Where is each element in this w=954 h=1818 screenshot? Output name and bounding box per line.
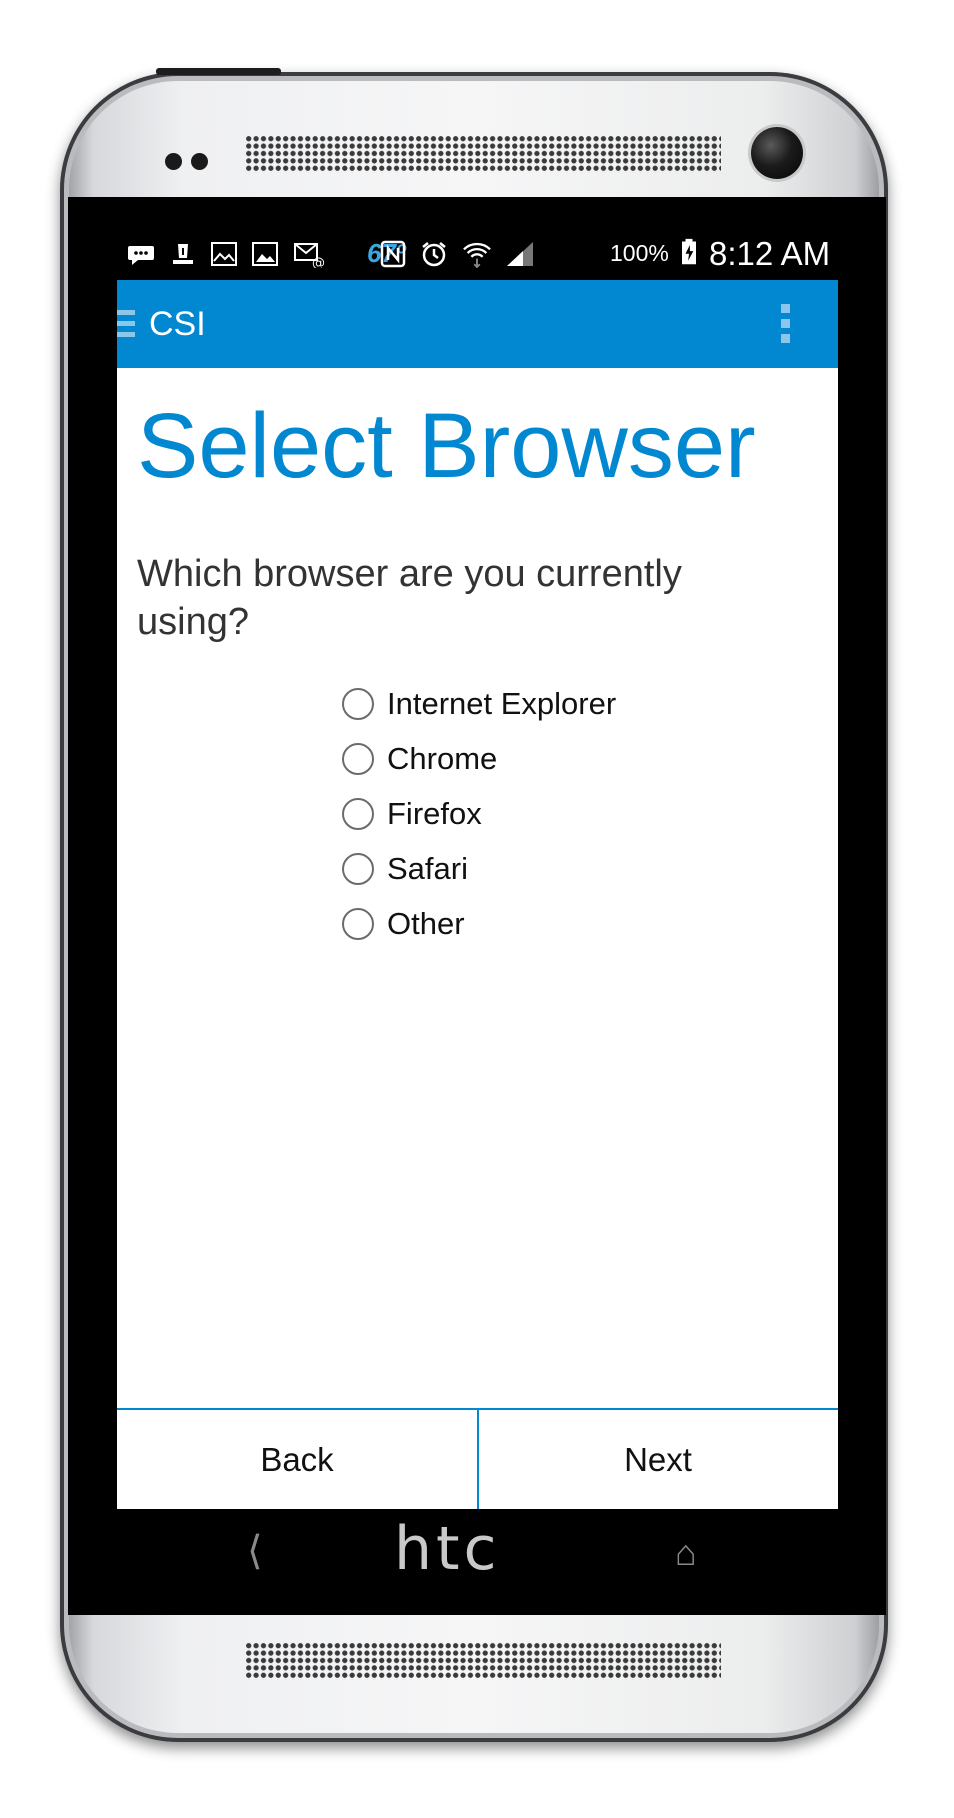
radio-button[interactable]: [342, 853, 374, 885]
sensor-dots: [165, 150, 225, 172]
option-label: Internet Explorer: [387, 686, 617, 721]
page-title: Select Browser: [137, 395, 756, 497]
hardware-nav-bar: ⟨ htc ⌂: [117, 1509, 838, 1599]
option-safari[interactable]: Safari: [342, 845, 702, 895]
next-button[interactable]: Next: [478, 1410, 838, 1509]
svg-text:@: @: [312, 256, 325, 268]
signal-icon: [507, 242, 533, 266]
option-label: Safari: [387, 851, 468, 886]
menu-icon[interactable]: [117, 310, 135, 340]
top-speaker-grille: [245, 135, 721, 173]
home-nav-icon[interactable]: ⌂: [675, 1523, 697, 1583]
radio-button[interactable]: [342, 688, 374, 720]
app-title: CSI: [149, 305, 206, 343]
power-key: [156, 68, 281, 75]
option-internet-explorer[interactable]: Internet Explorer: [342, 680, 702, 730]
brand-logo: htc: [394, 1514, 501, 1584]
alarm-icon: [422, 242, 446, 267]
bottom-speaker-grille: [245, 1642, 721, 1680]
back-nav-icon[interactable]: ⟨: [247, 1521, 263, 1581]
radio-button[interactable]: [342, 798, 374, 830]
wifi-icon: [463, 242, 491, 268]
app-screen: @ 67º 100% 8:12 AM CSI Select Browser Wh…: [117, 228, 838, 1509]
question-text: Which browser are you currently using?: [137, 553, 682, 643]
battery-charging-icon: [682, 238, 696, 265]
option-label: Firefox: [387, 796, 482, 831]
front-camera: [751, 127, 803, 179]
option-other[interactable]: Other: [342, 900, 702, 950]
back-button[interactable]: Back: [117, 1410, 477, 1509]
option-chrome[interactable]: Chrome: [342, 735, 702, 785]
option-firefox[interactable]: Firefox: [342, 790, 702, 840]
alert-icon: [173, 244, 193, 264]
option-label: Chrome: [387, 741, 498, 776]
overflow-menu-icon[interactable]: [777, 304, 793, 348]
option-label: Other: [387, 906, 465, 941]
gallery-icon: [211, 242, 237, 266]
status-bar: @ 67º 100% 8:12 AM: [117, 228, 838, 280]
radio-button[interactable]: [342, 743, 374, 775]
nfc-icon: [380, 240, 406, 268]
radio-button[interactable]: [342, 908, 374, 940]
messaging-icon: [128, 246, 154, 265]
button-bar: Back Next: [117, 1408, 838, 1509]
app-bar: CSI: [117, 280, 838, 368]
battery-percent-text: 100%: [610, 240, 669, 266]
image-icon: [252, 242, 278, 266]
email-icon: @: [294, 243, 325, 268]
clock-text: 8:12 AM: [709, 235, 831, 272]
